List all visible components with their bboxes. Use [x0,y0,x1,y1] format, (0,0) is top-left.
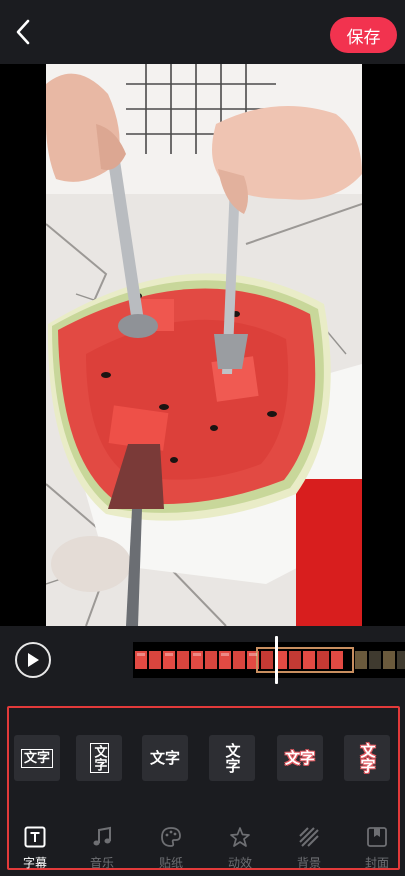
text-style-vertical-pink-outline[interactable]: 文字 [344,735,390,781]
music-note-icon [90,826,114,848]
top-bar: 保存 [0,0,405,64]
tab-label: 贴纸 [158,856,183,870]
play-icon [28,653,39,667]
playback-bar [0,626,405,706]
video-frame-image [46,64,362,626]
tab-music[interactable]: 音乐 [77,826,127,870]
text-style-preview: 文字 [20,748,53,768]
tool-tabs: 字幕 音乐 贴纸 动效 背景 封面 [9,826,402,870]
tab-label: 动效 [227,856,252,870]
timeline-thumbnails [133,642,405,678]
tab-sticker[interactable]: 贴纸 [146,826,196,870]
play-button[interactable] [15,642,51,678]
tab-subtitle[interactable]: 字幕 [10,826,60,870]
text-style-preview: 文字 [149,748,180,767]
timeline-strip[interactable] [133,642,405,678]
tab-label: 字幕 [22,856,47,870]
tab-background[interactable]: 背景 [284,826,334,870]
text-style-plain-bold[interactable]: 文字 [142,735,188,781]
tab-label: 封面 [364,856,389,870]
tab-effects[interactable]: 动效 [215,826,265,870]
tab-cover[interactable]: 封面 [352,826,402,870]
video-frame[interactable] [46,64,362,626]
tab-label: 音乐 [89,856,114,870]
bookmark-icon [365,826,389,848]
palette-icon [159,826,183,848]
text-style-vertical-bold[interactable]: 文字 [209,735,255,781]
tab-label: 背景 [296,856,321,870]
stripes-icon [297,826,321,848]
back-button[interactable] [8,14,38,50]
video-preview[interactable] [0,64,405,626]
timeline-playhead[interactable] [275,636,278,684]
sparkle-icon [228,826,252,848]
subtitle-panel: 文字 文字 文字 文字 文字 文字 字幕 音乐 贴纸 动效 背景 封面 [7,706,400,870]
text-style-row: 文字 文字 文字 文字 文字 文字 [9,735,402,781]
chevron-left-icon [16,19,30,45]
text-style-pink-outline[interactable]: 文字 [277,735,323,781]
save-button[interactable]: 保存 [330,17,397,53]
text-style-preview: 文字 [89,743,109,773]
text-t-icon [23,826,47,848]
text-style-vertical-outlined[interactable]: 文字 [76,735,122,781]
text-style-preview: 文字 [358,743,377,773]
text-style-outlined[interactable]: 文字 [14,735,60,781]
text-style-preview: 文字 [284,748,315,767]
text-style-preview: 文字 [223,743,242,773]
